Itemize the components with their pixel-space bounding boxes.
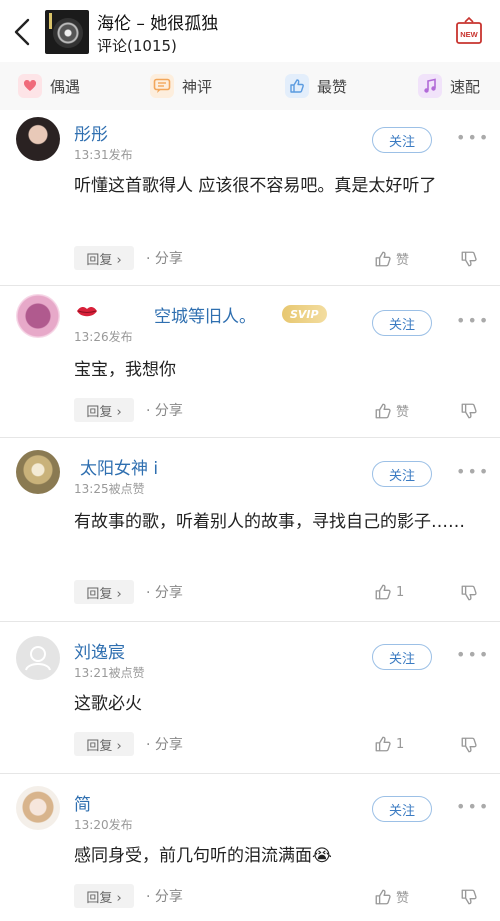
avatar[interactable] — [16, 117, 60, 161]
comment-time: 13:26发布 — [74, 330, 133, 344]
comment-item: 简 13:20发布 关注 ••• 感同身受，前几句听的泪流满面😭 回复 › · … — [0, 774, 500, 921]
comment-time: 13:31发布 — [74, 148, 133, 162]
username[interactable]: 太阳女神 i — [80, 454, 158, 479]
thumbs-down-icon[interactable] — [460, 584, 478, 602]
username[interactable]: 简 — [74, 790, 91, 815]
share-link[interactable]: · 分享 — [146, 734, 183, 754]
song-title[interactable]: 海伦 – 她很孤独 — [97, 9, 218, 34]
comment-text: 这歌必火 — [74, 694, 142, 714]
thumbs-up-icon — [285, 74, 309, 98]
tab-hot-comments[interactable]: 神评 — [150, 72, 212, 100]
more-options-icon[interactable]: ••• — [456, 130, 488, 152]
app-header: 海伦 – 她很孤独 评论(1015) NEW — [0, 0, 500, 62]
thumbs-up-icon — [375, 251, 391, 266]
more-options-icon[interactable]: ••• — [456, 799, 488, 821]
share-link[interactable]: · 分享 — [146, 248, 183, 268]
thumbs-down-icon[interactable] — [460, 250, 478, 268]
comment-item: 彤彤 13:31发布 关注 ••• 听懂这首歌得人 应该很不容易吧。真是太好听了… — [0, 110, 500, 286]
default-avatar-icon[interactable] — [16, 636, 60, 680]
comment-item: 刘逸宸 13:21被点赞 关注 ••• 这歌必火 回复 › · 分享 1 — [0, 622, 500, 774]
username[interactable]: 彤彤 — [74, 120, 108, 145]
like-count: 1 — [396, 584, 405, 600]
thumbs-up-icon — [375, 584, 391, 600]
like-button[interactable]: 赞 — [374, 887, 409, 906]
comment-item: 太阳女神 i 13:25被点赞 关注 ••• 有故事的歌，听着别人的故事，寻找自… — [0, 438, 500, 622]
thumbs-down-icon[interactable] — [460, 402, 478, 420]
username[interactable]: 空城等旧人。 — [154, 302, 256, 327]
tab-most-liked[interactable]: 最赞 — [285, 72, 347, 100]
album-cover[interactable] — [45, 10, 89, 54]
thumbs-down-icon[interactable] — [460, 888, 478, 906]
follow-button[interactable]: 关注 — [372, 127, 432, 153]
comment-text: 宝宝，我想你 — [74, 360, 176, 380]
thumbs-up-icon — [375, 403, 391, 418]
thumbs-down-icon[interactable] — [460, 736, 478, 754]
heart-chat-icon — [18, 74, 42, 98]
comment-time: 13:20发布 — [74, 818, 133, 832]
back-arrow-icon[interactable] — [8, 14, 38, 50]
like-button[interactable]: 赞 — [374, 249, 409, 268]
thumbs-up-icon — [375, 736, 391, 752]
share-link[interactable]: · 分享 — [146, 886, 183, 906]
more-options-icon[interactable]: ••• — [456, 647, 488, 669]
comment-text: 感同身受，前几句听的泪流满面😭 — [74, 846, 332, 866]
comment-time: 13:21被点赞 — [74, 666, 145, 680]
follow-button[interactable]: 关注 — [372, 644, 432, 670]
follow-button[interactable]: 关注 — [372, 310, 432, 336]
like-button[interactable]: 1 — [374, 735, 404, 753]
tab-label: 偶遇 — [50, 77, 81, 96]
like-count: 1 — [396, 736, 405, 752]
comment-text: 听懂这首歌得人 应该很不容易吧。真是太好听了 — [74, 176, 437, 196]
tab-label: 速配 — [450, 77, 481, 96]
like-count: 赞 — [396, 891, 410, 906]
follow-button[interactable]: 关注 — [372, 461, 432, 487]
new-icon[interactable]: NEW — [454, 16, 484, 46]
tab-quick-match[interactable]: 速配 — [418, 72, 480, 100]
comment-text: 有故事的歌，听着别人的故事，寻找自己的影子…… — [74, 512, 465, 532]
comment-item: 空城等旧人。 SVIP 13:26发布 关注 ••• 宝宝，我想你 回复 › ·… — [0, 286, 500, 438]
filter-tabs: 偶遇 神评 最赞 速配 — [0, 62, 500, 110]
reply-button[interactable]: 回复 › — [74, 580, 134, 604]
thumbs-up-icon — [375, 889, 391, 904]
reply-button[interactable]: 回复 › — [74, 884, 134, 908]
share-link[interactable]: · 分享 — [146, 400, 183, 420]
like-button[interactable]: 1 — [374, 583, 404, 601]
reply-button[interactable]: 回复 › — [74, 246, 134, 270]
comment-count: 评论(1015) — [97, 37, 177, 55]
avatar[interactable] — [16, 786, 60, 830]
username[interactable]: 刘逸宸 — [74, 638, 125, 663]
music-note-icon — [418, 74, 442, 98]
avatar[interactable] — [16, 450, 60, 494]
share-link[interactable]: · 分享 — [146, 582, 183, 602]
avatar[interactable] — [16, 294, 60, 338]
like-count: 赞 — [396, 405, 410, 420]
reply-button[interactable]: 回复 › — [74, 732, 134, 756]
comment-time: 13:25被点赞 — [74, 482, 145, 496]
reply-button[interactable]: 回复 › — [74, 398, 134, 422]
like-button[interactable]: 赞 — [374, 401, 409, 420]
svg-text:NEW: NEW — [460, 30, 478, 39]
more-options-icon[interactable]: ••• — [456, 313, 488, 335]
svip-badge: SVIP — [282, 305, 327, 323]
follow-button[interactable]: 关注 — [372, 796, 432, 822]
like-count: 赞 — [396, 253, 410, 268]
lips-icon — [77, 307, 97, 317]
tab-encounter[interactable]: 偶遇 — [18, 72, 80, 100]
chat-bubble-icon — [150, 74, 174, 98]
more-options-icon[interactable]: ••• — [456, 464, 488, 486]
tab-label: 神评 — [182, 77, 213, 96]
tab-label: 最赞 — [317, 77, 348, 96]
